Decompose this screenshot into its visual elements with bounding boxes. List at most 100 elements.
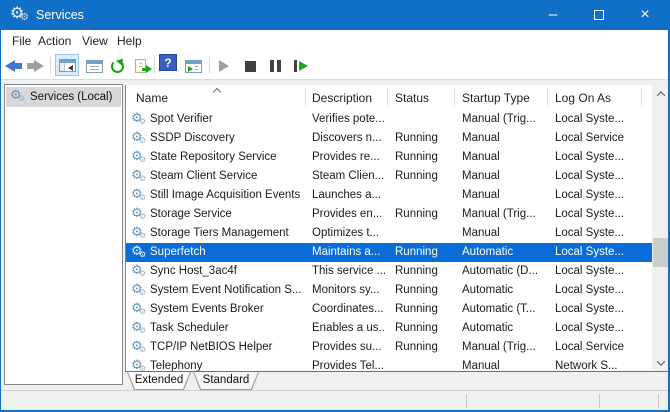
status-bar-separator xyxy=(599,394,600,408)
table-row[interactable]: ⚙ ⚙ System Event Notification S... Monito… xyxy=(126,281,652,300)
console-tree-panel: ⚙ ⚙ Services (Local) xyxy=(4,84,123,385)
cell-description: Discovers n... xyxy=(312,132,382,144)
table-row[interactable]: ⚙ ⚙ Sync Host_3ac4f This service ... Runn… xyxy=(126,262,652,281)
cell-log-on-as: Local Syste... xyxy=(555,246,625,258)
table-row[interactable]: ⚙ ⚙ System Events Broker Coordinates... R… xyxy=(126,300,652,319)
back-button[interactable] xyxy=(3,54,23,78)
start-service-button[interactable] xyxy=(215,54,233,78)
stop-icon xyxy=(244,60,256,72)
cell-log-on-as: Local Syste... xyxy=(555,265,625,277)
cell-status: Running xyxy=(395,265,438,277)
minimize-button[interactable]: – xyxy=(530,0,576,30)
toolbar-separator xyxy=(50,57,51,74)
cell-log-on-as: Local Syste... xyxy=(555,322,625,334)
pause-service-button[interactable] xyxy=(266,54,284,78)
tab-extended[interactable]: Extended xyxy=(127,372,191,390)
service-gear-icon: ⚙ ⚙ xyxy=(131,129,147,145)
cell-description: Provides re... xyxy=(312,151,380,163)
cell-status: Running xyxy=(395,284,438,296)
cell-description: Maintains a... xyxy=(312,246,381,258)
cell-status: Running xyxy=(395,208,438,220)
cell-name: Storage Tiers Management xyxy=(150,227,289,239)
table-row[interactable]: ⚙ ⚙ Still Image Acquisition Events Launch… xyxy=(126,186,652,205)
cell-log-on-as: Local Syste... xyxy=(555,303,625,315)
cell-log-on-as: Network S... xyxy=(555,360,618,371)
cell-log-on-as: Local Syste... xyxy=(555,151,625,163)
table-row[interactable]: ⚙ ⚙ Storage Tiers Management Optimizes t.… xyxy=(126,224,652,243)
column-header-status[interactable]: Status xyxy=(395,85,429,110)
menu-help[interactable]: Help xyxy=(117,30,142,52)
properties-button[interactable] xyxy=(83,54,105,78)
service-gear-icon: ⚙ ⚙ xyxy=(131,110,147,126)
vertical-scrollbar[interactable] xyxy=(652,85,668,371)
table-row[interactable]: ⚙ ⚙ Superfetch Maintains a... Running Aut… xyxy=(126,243,652,262)
cell-name: Spot Verifier xyxy=(150,113,213,125)
column-divider xyxy=(305,88,306,107)
cell-description: This service ... xyxy=(312,265,385,277)
scrollbar-thumb[interactable] xyxy=(653,238,668,267)
table-row[interactable]: ⚙ ⚙ Storage Service Provides en... Runnin… xyxy=(126,205,652,224)
cell-name: Storage Service xyxy=(150,208,232,220)
column-divider xyxy=(641,88,642,107)
restart-icon xyxy=(294,60,308,72)
cell-status xyxy=(395,186,452,205)
export-list-button[interactable] xyxy=(129,54,152,78)
status-bar xyxy=(1,390,668,410)
column-header-log-on-as[interactable]: Log On As xyxy=(555,85,611,110)
toolbar: ? xyxy=(1,52,668,80)
column-header-description[interactable]: Description xyxy=(312,85,372,110)
service-gear-icon: ⚙ ⚙ xyxy=(131,281,147,297)
show-console-tree-button[interactable] xyxy=(55,54,79,76)
menu-action[interactable]: Action xyxy=(38,30,71,52)
cell-name: Task Scheduler xyxy=(150,322,229,334)
scroll-up-button[interactable] xyxy=(652,85,668,102)
tree-item-label: Services (Local) xyxy=(30,91,113,103)
status-bar-separator xyxy=(466,394,467,408)
maximize-button[interactable] xyxy=(576,0,622,30)
help-button[interactable]: ? xyxy=(159,54,177,71)
menu-view[interactable]: View xyxy=(82,30,108,52)
cell-description: Verifies pote... xyxy=(312,113,385,125)
table-row[interactable]: ⚙ ⚙ Telephony Provides Tel... Manual Netw… xyxy=(126,357,652,371)
cell-startup-type: Automatic (D... xyxy=(462,265,539,277)
cell-description: Enables a us... xyxy=(312,322,385,334)
services-gear-icon: ⚙ ⚙ xyxy=(10,5,29,23)
chevron-up-icon xyxy=(656,90,665,100)
cell-description: Monitors sy... xyxy=(312,284,380,296)
table-row[interactable]: ⚙ ⚙ Spot Verifier Verifies pote... Manual… xyxy=(126,110,652,129)
properties-icon xyxy=(85,59,103,73)
cell-log-on-as: Local Syste... xyxy=(555,113,625,125)
cell-status xyxy=(395,110,452,129)
service-rows: ⚙ ⚙ Spot Verifier Verifies pote... Manual… xyxy=(126,110,652,371)
start-icon xyxy=(219,60,229,72)
column-header-startup-type[interactable]: Startup Type xyxy=(462,85,530,110)
cell-log-on-as: Local Syste... xyxy=(555,189,625,201)
new-window-button[interactable] xyxy=(182,54,204,78)
table-row[interactable]: ⚙ ⚙ TCP/IP NetBIOS Helper Provides su... … xyxy=(126,338,652,357)
table-row[interactable]: ⚙ ⚙ Steam Client Service Steam Clien... R… xyxy=(126,167,652,186)
services-gear-icon: ⚙ ⚙ xyxy=(10,87,26,103)
stop-service-button[interactable] xyxy=(241,54,259,78)
cell-startup-type: Manual xyxy=(462,227,500,239)
restart-service-button[interactable] xyxy=(290,54,312,78)
refresh-button[interactable] xyxy=(107,54,127,78)
tree-item-services-local[interactable]: ⚙ ⚙ Services (Local) xyxy=(6,87,121,107)
maximize-icon xyxy=(594,10,604,20)
close-button[interactable]: × xyxy=(622,0,668,30)
menu-file[interactable]: File xyxy=(12,30,31,52)
table-row[interactable]: ⚙ ⚙ SSDP Discovery Discovers n... Running… xyxy=(126,129,652,148)
cell-startup-type: Manual xyxy=(462,189,500,201)
service-gear-icon: ⚙ ⚙ xyxy=(131,300,147,316)
forward-button[interactable] xyxy=(25,54,45,78)
title-bar[interactable]: ⚙ ⚙ Services – × xyxy=(1,0,668,30)
cell-description: Launches a... xyxy=(312,189,382,201)
refresh-icon xyxy=(110,59,124,73)
console-tree-icon xyxy=(58,58,76,72)
tab-standard[interactable]: Standard xyxy=(193,372,259,390)
scroll-down-button[interactable] xyxy=(652,354,668,371)
table-row[interactable]: ⚙ ⚙ State Repository Service Provides re.… xyxy=(126,148,652,167)
column-header-name[interactable]: Name xyxy=(136,85,168,110)
cell-description: Steam Clien... xyxy=(312,170,385,182)
table-row[interactable]: ⚙ ⚙ Task Scheduler Enables a us... Runnin… xyxy=(126,319,652,338)
cell-log-on-as: Local Syste... xyxy=(555,284,625,296)
